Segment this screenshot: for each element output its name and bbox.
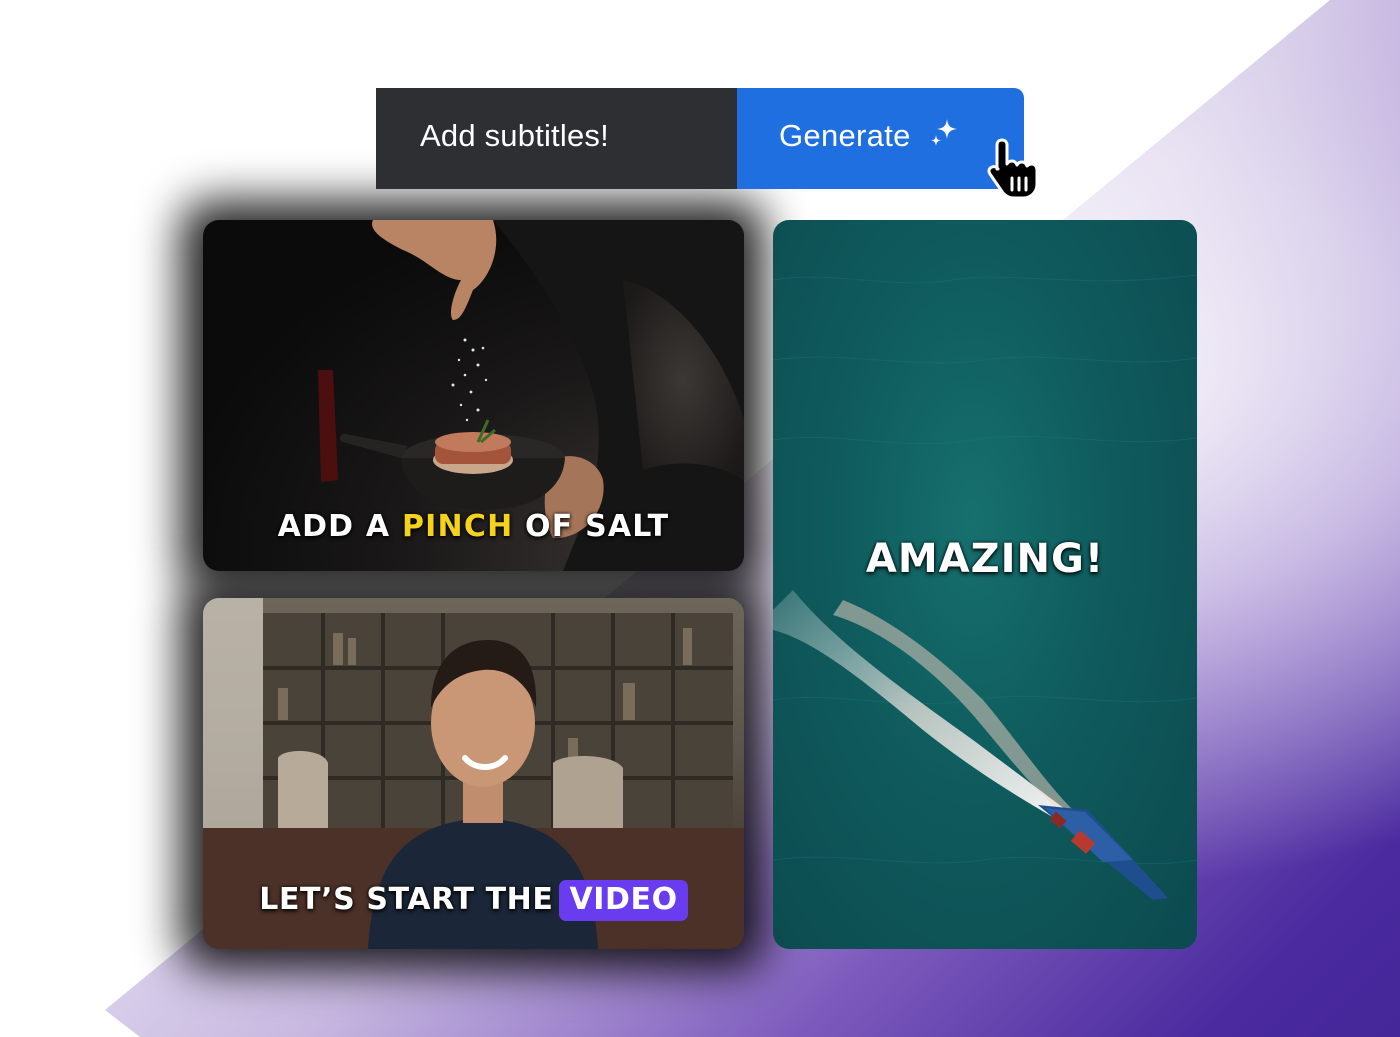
subtitle-prompt-bar: Add subtitles! Generate [376, 88, 1024, 189]
prompt-input[interactable]: Add subtitles! [376, 88, 737, 189]
hand-pointer-icon [982, 134, 1052, 209]
generate-button-label: Generate [779, 117, 911, 153]
subtitle-caption: AMAZING! [865, 536, 1105, 582]
caption-highlight-word: VIDEO [559, 880, 688, 921]
video-card-woman[interactable]: LET’S START THE VIDEO [203, 598, 744, 949]
subtitle-caption: LET’S START THE VIDEO [203, 880, 744, 921]
boat-scene-illustration [773, 274, 1197, 900]
prompt-input-text: Add subtitles! [420, 117, 609, 153]
video-card-food[interactable]: ADD A PINCH OF SALT [203, 220, 744, 571]
sparkle-icon [929, 117, 959, 159]
caption-highlight-word: PINCH [402, 509, 514, 544]
caption-text: ADD A [277, 509, 402, 544]
subtitle-caption: ADD A PINCH OF SALT [203, 509, 744, 544]
caption-text: OF SALT [513, 509, 670, 544]
video-card-ocean[interactable]: AMAZING! [773, 220, 1197, 949]
generate-button[interactable]: Generate [737, 88, 1024, 189]
caption-text: LET’S START THE [259, 882, 554, 917]
